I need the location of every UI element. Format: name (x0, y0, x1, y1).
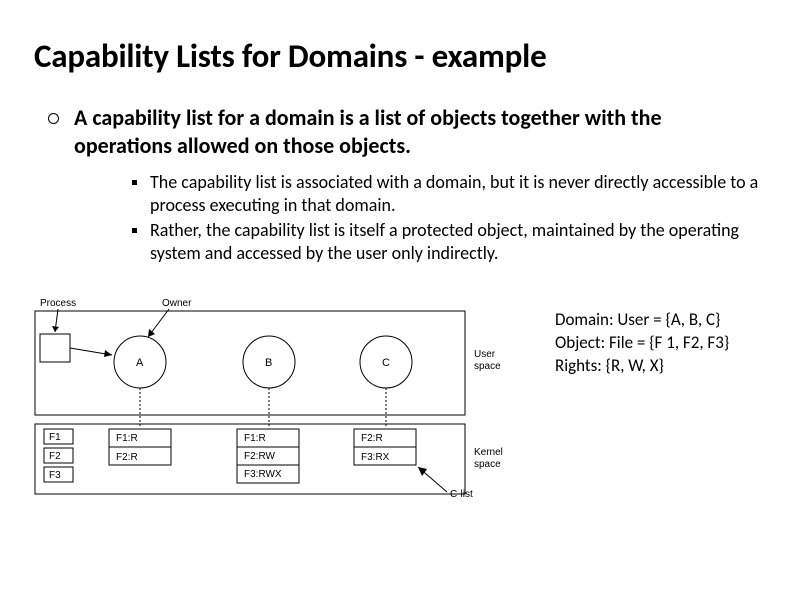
user-space-box (35, 311, 465, 415)
process-label: Process (40, 298, 76, 309)
sub-bullet-2: Rather, the capability list is itself a … (132, 219, 760, 265)
user-space-label: Userspace (474, 349, 501, 372)
bullet-list-level1: A capability list for a domain is a list… (34, 104, 760, 265)
arrow-process-a-head (104, 350, 112, 357)
col-b-0: F1:R (244, 433, 266, 444)
node-b-label: B (265, 357, 272, 369)
f3-label: F3 (49, 470, 61, 481)
sub-bullet-1: The capability list is associated with a… (132, 171, 760, 217)
definition-block: Domain: User = {A, B, C} Object: File = … (555, 295, 729, 378)
clist-arrowhead (418, 467, 427, 476)
def-rights: Rights: {R, W, X} (555, 355, 729, 378)
col-b-2: F3:RWX (244, 469, 282, 480)
bullet-item-capability-list: A capability list for a domain is a list… (48, 104, 760, 265)
bullet-term: capability list (92, 104, 213, 131)
def-domain: Domain: User = {A, B, C} (555, 309, 729, 332)
bullet-list-level2: The capability list is associated with a… (74, 171, 760, 265)
owner-arrowhead (148, 329, 155, 337)
def-object: Object: File = {F 1, F2, F3} (555, 332, 729, 355)
col-a-0: F1:R (116, 433, 138, 444)
col-c-1: F3:RX (361, 452, 390, 463)
node-a-label: A (136, 357, 144, 369)
node-c-label: C (382, 357, 390, 369)
process-box (40, 334, 70, 362)
kernel-space-label: Kernelspace (474, 447, 503, 470)
page-title: Capability Lists for Domains - example (34, 36, 760, 76)
capability-diagram: Process Owner A B C Userspace F1 (34, 295, 519, 503)
f1-label: F1 (49, 432, 61, 443)
col-b-1: F2:RW (244, 451, 275, 462)
f2-label: F2 (49, 451, 61, 462)
owner-label: Owner (162, 298, 192, 309)
bullet-prefix: A (74, 104, 92, 131)
col-a-1: F2:R (116, 452, 138, 463)
diagram-svg: Process Owner A B C Userspace F1 (34, 295, 519, 503)
col-c-0: F2:R (361, 433, 383, 444)
clist-label: C-list (450, 489, 473, 500)
process-arrowhead (52, 326, 59, 332)
